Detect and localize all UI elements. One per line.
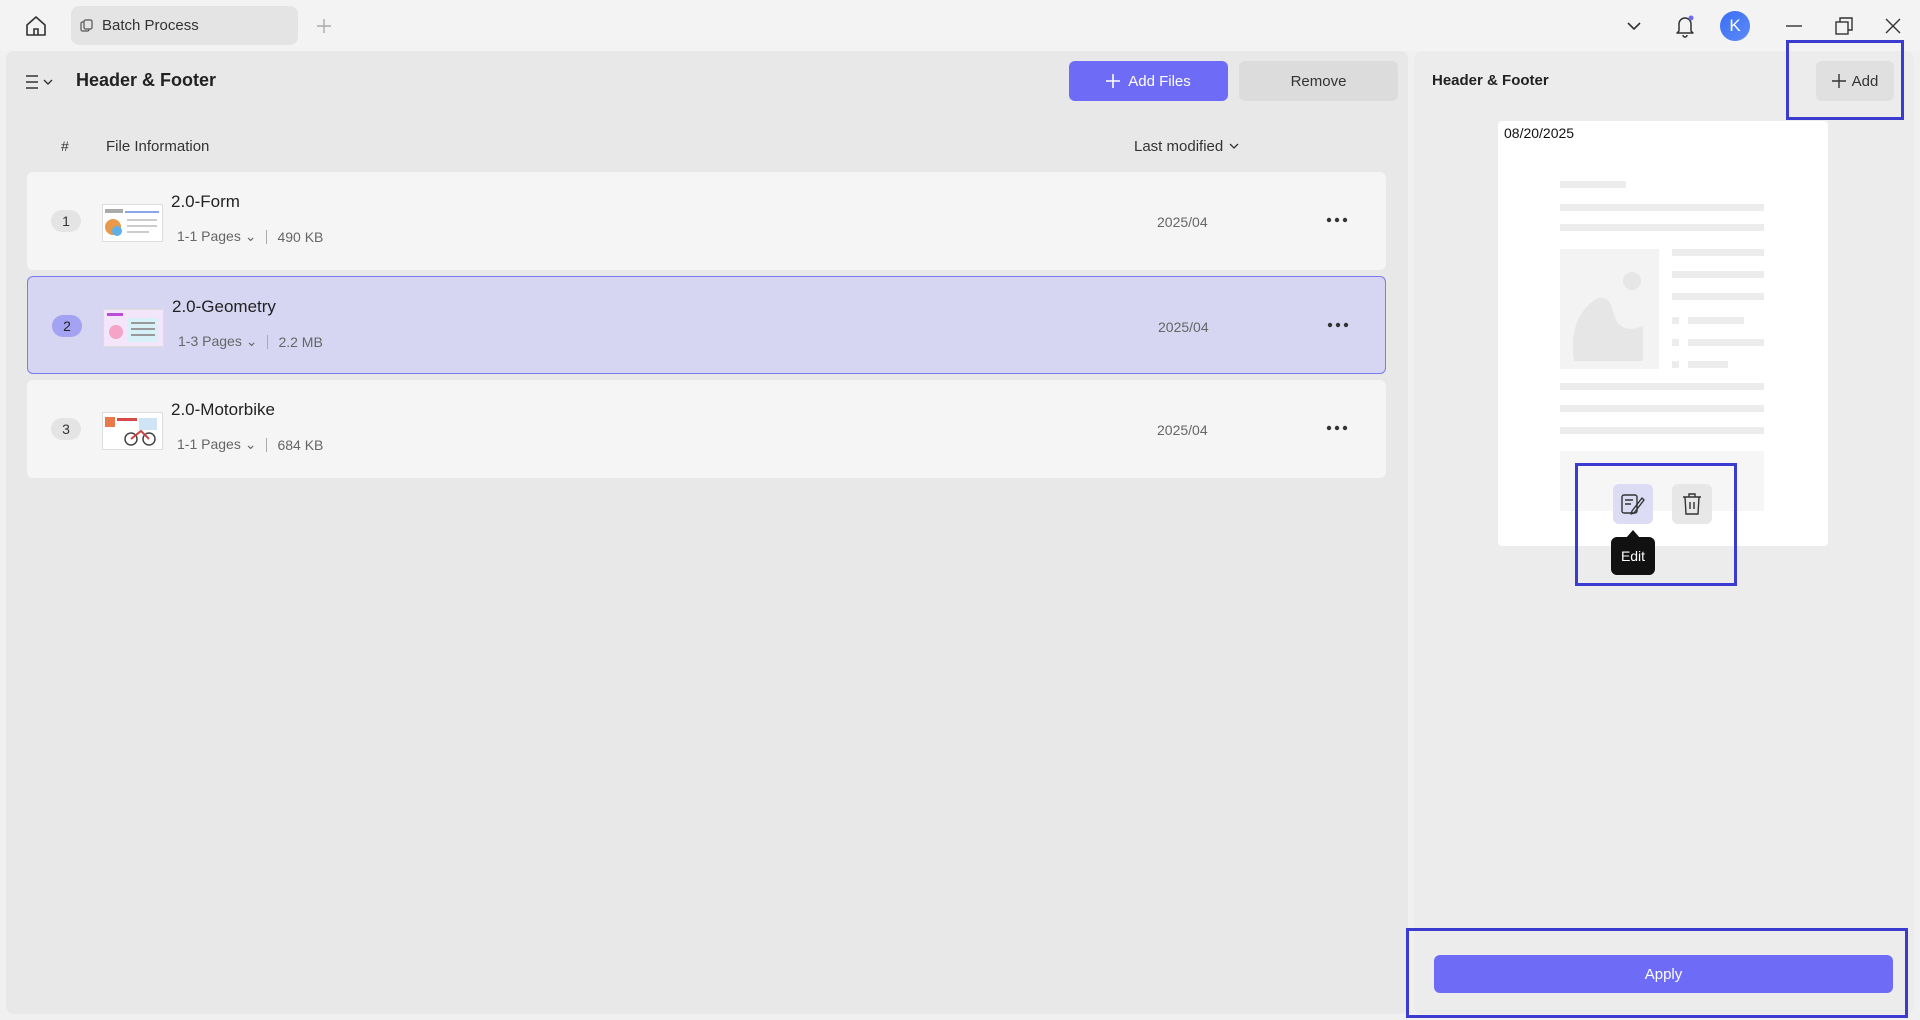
bell-icon — [1676, 15, 1694, 38]
new-tab-button[interactable] — [312, 14, 336, 38]
edit-tooltip: Edit — [1611, 537, 1655, 575]
tab-batch-process[interactable]: Batch Process — [71, 6, 298, 45]
batch-icon — [80, 18, 96, 34]
column-header-last-modified: Last modified — [1134, 138, 1224, 155]
add-files-button[interactable]: Add Files — [1069, 61, 1228, 101]
divider — [266, 229, 268, 244]
notifications-button[interactable] — [1670, 12, 1700, 40]
more-icon — [1326, 217, 1348, 223]
file-row[interactable]: 3 2.0-Motorbike 1-1 Pages ⌄ 684 KB 2025/… — [27, 380, 1386, 478]
sort-last-modified[interactable]: Last modified — [1134, 138, 1239, 155]
chevron-down-icon: ⌄ — [244, 436, 257, 452]
menu-button[interactable] — [24, 70, 60, 94]
chevron-down-icon: ⌄ — [244, 228, 257, 244]
chevron-down-icon — [1229, 143, 1239, 149]
page-range-dropdown[interactable]: 1-1 Pages ⌄ — [177, 436, 256, 453]
add-files-label: Add Files — [1128, 72, 1191, 90]
row-number: 3 — [51, 418, 81, 440]
plus-icon — [1831, 74, 1846, 88]
page-range-dropdown[interactable]: 1-1 Pages ⌄ — [177, 228, 256, 245]
file-name: 2.0-Motorbike — [171, 400, 275, 419]
file-size: 684 KB — [277, 436, 324, 453]
file-date: 2025/04 — [1157, 422, 1208, 438]
file-date: 2025/04 — [1158, 319, 1209, 335]
column-header-file-info: File Information — [106, 138, 210, 155]
file-name: 2.0-Form — [171, 192, 240, 211]
plus-icon — [1106, 74, 1121, 88]
add-label: Add — [1851, 72, 1879, 90]
restore-button[interactable] — [1829, 12, 1859, 40]
column-header-number: # — [61, 138, 69, 154]
edit-icon — [1621, 494, 1645, 515]
row-number: 1 — [51, 210, 81, 232]
template-header-text: 08/20/2025 — [1504, 125, 1575, 141]
tab-label: Batch Process — [102, 17, 199, 34]
restore-icon — [1835, 17, 1853, 35]
home-icon — [26, 16, 46, 36]
file-size: 2.2 MB — [278, 333, 323, 350]
home-button[interactable] — [20, 12, 52, 40]
minimize-button[interactable] — [1779, 12, 1809, 40]
list-menu-icon — [26, 75, 53, 89]
highlight-box — [1575, 463, 1737, 586]
divider — [267, 334, 269, 349]
file-row-selected[interactable]: 2 2.0-Geometry 1-3 Pages ⌄ 2.2 MB 2025/0… — [27, 276, 1386, 374]
dropdown-button[interactable] — [1619, 12, 1649, 40]
add-template-button[interactable]: Add — [1816, 61, 1894, 101]
file-thumbnail — [102, 412, 163, 450]
more-options-button[interactable] — [1322, 416, 1352, 440]
chevron-down-icon: ⌄ — [245, 333, 258, 349]
plus-icon — [317, 19, 331, 33]
more-icon — [1326, 425, 1348, 431]
file-size: 490 KB — [277, 228, 324, 245]
trash-icon — [1683, 493, 1701, 515]
file-row[interactable]: 1 2.0-Form 1-1 Pages ⌄ 490 KB 2025/04 — [27, 172, 1386, 270]
minimize-icon — [1786, 25, 1802, 27]
file-meta: 1-3 Pages ⌄ 2.2 MB — [178, 333, 323, 350]
page-range-dropdown[interactable]: 1-3 Pages ⌄ — [178, 333, 257, 350]
close-icon — [1885, 18, 1901, 34]
remove-button[interactable]: Remove — [1239, 61, 1398, 101]
page-title: Header & Footer — [76, 70, 217, 90]
file-thumbnail — [103, 309, 164, 347]
file-meta: 1-1 Pages ⌄ 684 KB — [177, 436, 323, 453]
avatar[interactable]: K — [1720, 11, 1750, 41]
chevron-down-icon — [1627, 22, 1641, 31]
more-icon — [1327, 322, 1349, 328]
more-options-button[interactable] — [1323, 313, 1353, 337]
file-meta: 1-1 Pages ⌄ 490 KB — [177, 228, 323, 245]
edit-template-button[interactable] — [1613, 484, 1653, 524]
close-window-button[interactable] — [1878, 12, 1908, 40]
more-options-button[interactable] — [1322, 208, 1352, 232]
row-number: 2 — [52, 315, 82, 337]
delete-template-button[interactable] — [1672, 484, 1712, 524]
file-name: 2.0-Geometry — [172, 297, 276, 316]
apply-button[interactable]: Apply — [1434, 955, 1893, 993]
divider — [266, 437, 268, 452]
panel-title: Header & Footer — [1432, 72, 1549, 89]
file-date: 2025/04 — [1157, 214, 1208, 230]
file-thumbnail — [102, 204, 163, 242]
